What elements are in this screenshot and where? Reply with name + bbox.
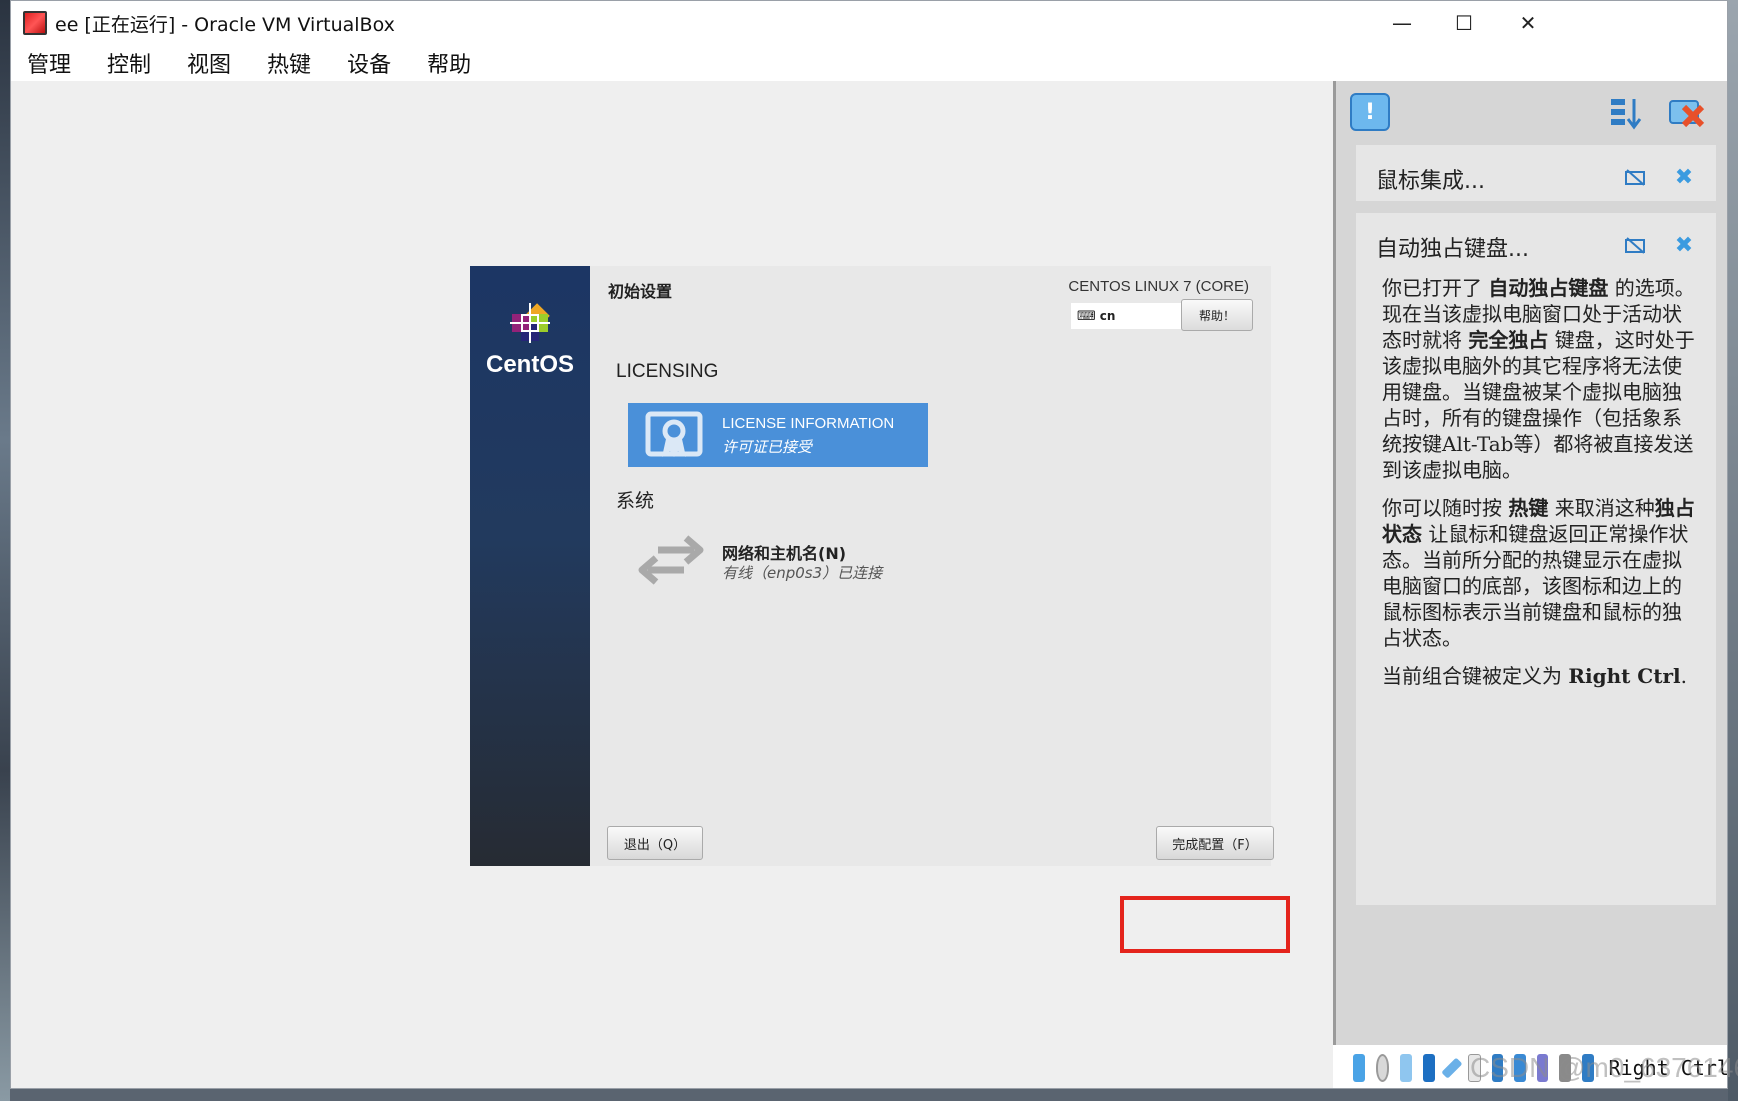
notification-title: 自动独占键盘... — [1376, 237, 1529, 262]
close-all-notifications-icon[interactable] — [1666, 95, 1706, 131]
desktop-background-right — [1728, 0, 1738, 1101]
notification-body: 你已打开了 自动独占键盘 的选项。现在当该虚拟电脑窗口处于活动状态时就将 完全独… — [1382, 275, 1698, 701]
watermark-text: CSDN @m0_63761463 — [1470, 1052, 1738, 1083]
quit-button[interactable]: 退出（Q） — [607, 826, 703, 860]
optical-disk-icon[interactable] — [1375, 1053, 1390, 1082]
keyboard-layout-indicator[interactable]: ⌨ cn — [1071, 303, 1181, 329]
virtualbox-window: ee [正在运行] - Oracle VM VirtualBox — ☐ ✕ 管… — [10, 0, 1728, 1089]
mouse-integration-icon[interactable] — [1624, 167, 1648, 189]
window-title: ee [正在运行] - Oracle VM VirtualBox — [55, 13, 395, 36]
dismiss-notification-icon[interactable]: ✖ — [1672, 233, 1696, 258]
minimize-icon: — — [1392, 11, 1412, 35]
maximize-icon: ☐ — [1455, 11, 1473, 35]
notification-paragraph: 你已打开了 自动独占键盘 的选项。现在当该虚拟电脑窗口处于活动状态时就将 完全独… — [1382, 276, 1695, 482]
menu-view[interactable]: 视图 — [187, 47, 231, 79]
license-information-spoke[interactable]: LICENSE INFORMATION 许可证已接受 — [628, 403, 928, 467]
network-icon[interactable] — [1423, 1053, 1435, 1082]
help-button[interactable]: 帮助！ — [1181, 299, 1253, 331]
notification-paragraph: 当前组合键被定义为 Right Ctrl. — [1382, 664, 1687, 688]
notification-card-mouse-integration: 鼠标集成... ✖ — [1356, 145, 1716, 201]
centos-logo-text: CentOS — [485, 351, 574, 378]
virtualbox-app-icon — [23, 11, 47, 35]
menu-bar: 管理 控制 视图 热键 设备 帮助 — [11, 45, 1727, 81]
finish-configuration-button[interactable]: 完成配置（F） — [1156, 826, 1274, 860]
maximize-button[interactable]: ☐ — [1429, 1, 1499, 45]
usb-icon[interactable] — [1440, 1057, 1462, 1078]
title-bar[interactable]: ee [正在运行] - Oracle VM VirtualBox — ☐ ✕ — [11, 1, 1727, 45]
sort-notifications-icon[interactable] — [1608, 95, 1644, 131]
keyboard-icon: ⌨ — [1077, 308, 1096, 324]
installer-title: 初始设置 — [608, 282, 673, 301]
close-window-button[interactable]: ✕ — [1493, 1, 1563, 45]
notification-card-keyboard-capture: 自动独占键盘... ✖ 你已打开了 自动独占键盘 的选项。现在当该虚拟电脑窗口处… — [1356, 213, 1716, 905]
license-spoke-title: LICENSE INFORMATION — [722, 415, 895, 432]
desktop-background-left — [0, 0, 10, 1101]
certificate-icon — [645, 411, 703, 457]
notification-center: ! 鼠标集成... ✖ 自动独占键盘... ✖ 你已打开了 自动独占键盘 的选项… — [1333, 81, 1727, 1045]
notification-title: 鼠标集成... — [1376, 169, 1485, 194]
section-licensing-heading: LICENSING — [616, 361, 719, 382]
notification-toolbar: ! — [1336, 81, 1727, 145]
centos-logo-icon — [510, 303, 550, 343]
vm-display[interactable]: CentOS 初始设置 CENTOS LINUX 7 (CORE) ⌨ cn 帮… — [11, 81, 1333, 1088]
notification-paragraph: 你可以随时按 热键 来取消这种独占状态 让鼠标和键盘返回正常操作状态。当前所分配… — [1382, 496, 1695, 650]
dismiss-notification-icon[interactable]: ✖ — [1672, 165, 1696, 190]
menu-control[interactable]: 控制 — [107, 47, 151, 79]
close-icon: ✕ — [1519, 11, 1537, 35]
keyboard-capture-icon[interactable] — [1624, 235, 1648, 257]
network-hostname-spoke[interactable]: 网络和主机名(N) 有线（enp0s3）已连接 — [628, 528, 928, 592]
centos-initial-setup: CentOS 初始设置 CENTOS LINUX 7 (CORE) ⌨ cn 帮… — [470, 266, 1274, 866]
menu-manage[interactable]: 管理 — [27, 47, 71, 79]
network-spoke-title: 网络和主机名(N) — [722, 544, 847, 563]
menu-devices[interactable]: 设备 — [347, 47, 391, 79]
network-arrows-icon — [638, 535, 704, 585]
installer-sidebar: CentOS — [470, 266, 590, 866]
license-spoke-status: 许可证已接受 — [722, 438, 813, 456]
hard-disk-icon[interactable] — [1353, 1053, 1365, 1082]
menu-hotkey[interactable]: 热键 — [267, 47, 311, 79]
product-name: CENTOS LINUX 7 (CORE) — [1068, 278, 1249, 295]
menu-help[interactable]: 帮助 — [427, 47, 471, 79]
section-system-heading: 系统 — [616, 490, 655, 512]
highlight-annotation-box — [1120, 896, 1290, 953]
notification-alert-icon[interactable]: ! — [1350, 93, 1390, 131]
network-spoke-status: 有线（enp0s3）已连接 — [722, 564, 883, 582]
minimize-button[interactable]: — — [1367, 1, 1437, 45]
keyboard-layout-label: cn — [1099, 309, 1116, 323]
audio-icon[interactable] — [1400, 1053, 1412, 1082]
